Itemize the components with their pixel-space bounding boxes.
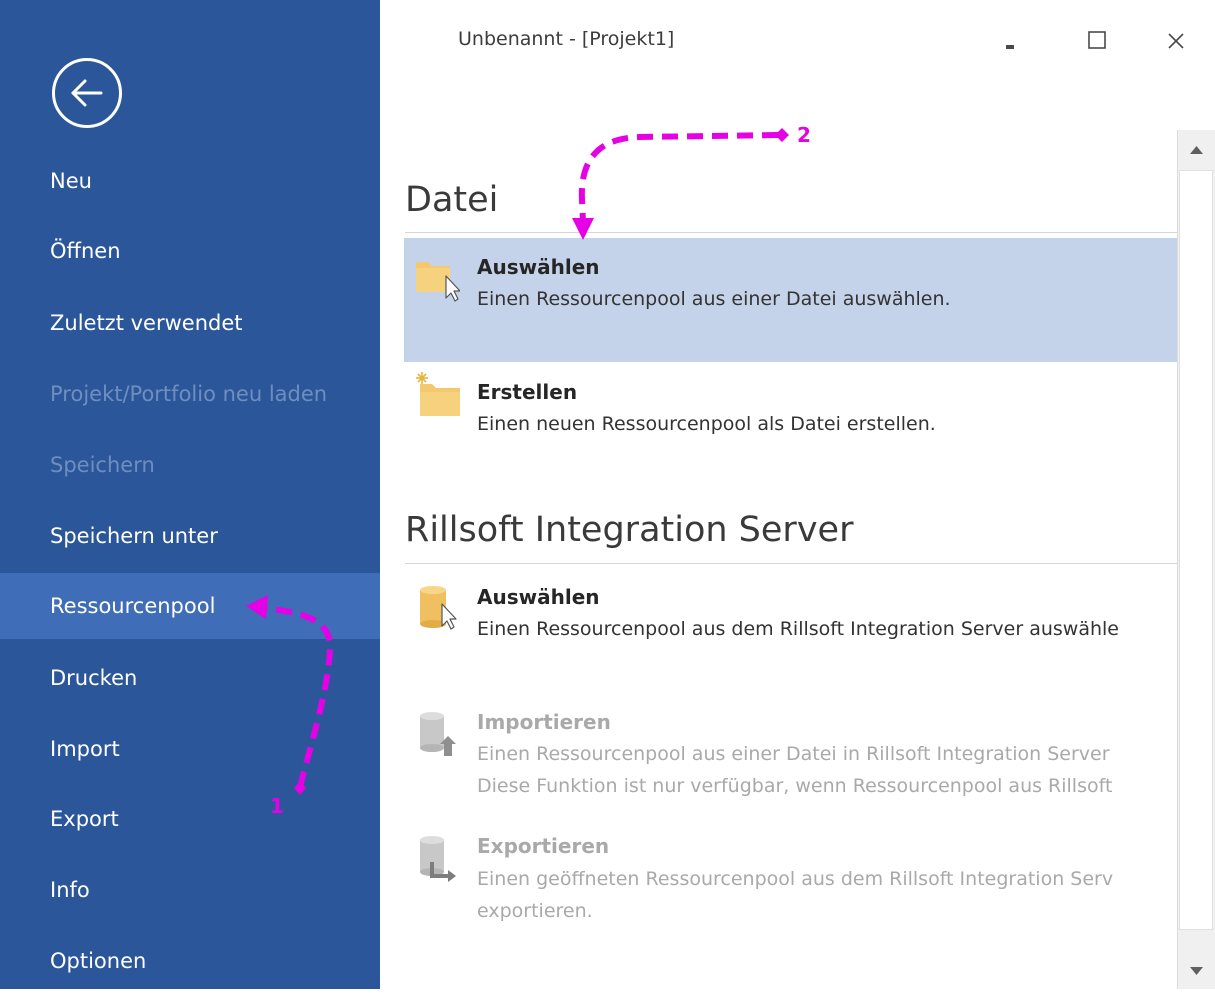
option-description: Einen geöffneten Ressourcenpool aus dem … (477, 868, 1114, 890)
sidebar-item-oeffnen[interactable]: Öffnen (0, 218, 380, 284)
option-datei-erstellen[interactable]: Erstellen Einen neuen Ressourcenpool als… (404, 366, 1177, 446)
scroll-thumb[interactable] (1179, 170, 1213, 930)
option-title: Exportieren (477, 834, 610, 858)
option-title: Erstellen (477, 380, 578, 404)
scroll-up-icon (1190, 146, 1203, 154)
scroll-up-button[interactable] (1178, 130, 1215, 168)
option-title: Importieren (477, 710, 611, 734)
section-divider (405, 232, 1177, 233)
option-server-auswaehlen[interactable]: Auswählen Einen Ressourcenpool aus dem R… (404, 570, 1177, 670)
maximize-button[interactable] (1077, 22, 1117, 62)
annotation-arrow-2 (578, 132, 779, 223)
vertical-scrollbar[interactable] (1177, 130, 1215, 989)
sidebar-item-speichern: Speichern (50, 453, 155, 477)
option-server-importieren: Importieren Einen Ressourcenpool aus ein… (404, 696, 1177, 806)
sidebar-item-export[interactable]: Export (0, 786, 380, 852)
close-button[interactable] (1156, 22, 1196, 62)
option-datei-auswaehlen[interactable]: Auswählen Einen Ressourcenpool aus einer… (404, 238, 1177, 362)
section-heading-datei: Datei (405, 180, 499, 220)
sidebar-item-import[interactable]: Import (0, 716, 380, 782)
section-divider (405, 563, 1177, 564)
option-description: Einen Ressourcenpool aus einer Datei in … (477, 743, 1110, 765)
maximize-icon (1088, 31, 1106, 49)
sidebar-item-optionen[interactable]: Optionen (0, 928, 380, 994)
option-title: Auswählen (477, 255, 600, 279)
option-server-exportieren: Exportieren Einen geöffneten Ressourcenp… (404, 822, 1177, 932)
database-export-icon (414, 834, 460, 884)
sidebar-item-speichern-unter[interactable]: Speichern unter (0, 503, 380, 569)
sidebar-item-ressourcenpool[interactable]: Ressourcenpool (0, 573, 380, 639)
sidebar-item-neu-laden: Projekt/Portfolio neu laden (50, 382, 328, 406)
backstage-sidebar: Neu Öffnen Zuletzt verwendet Projekt/Por… (0, 0, 380, 989)
option-description: Einen neuen Ressourcenpool als Datei ers… (477, 413, 936, 435)
option-description: Einen Ressourcenpool aus einer Datei aus… (477, 288, 951, 310)
option-description: Einen Ressourcenpool aus dem Rillsoft In… (477, 618, 1119, 640)
sidebar-item-drucken[interactable]: Drucken (0, 645, 380, 711)
option-description: exportieren. (477, 900, 593, 922)
sidebar-item-neu[interactable]: Neu (0, 148, 380, 214)
option-description: Diese Funktion ist nur verfügbar, wenn R… (477, 775, 1113, 797)
minimize-icon (1006, 45, 1014, 49)
option-title: Auswählen (477, 585, 600, 609)
section-heading-rillsoft-integration-server: Rillsoft Integration Server (405, 510, 854, 550)
annotation-arrowhead-2 (572, 218, 594, 240)
sidebar-item-zuletzt-verwendet[interactable]: Zuletzt verwendet (0, 290, 380, 356)
back-arrow-icon (71, 79, 103, 107)
folder-new-icon (414, 370, 460, 420)
window-title: Unbenannt - [Projekt1] (458, 28, 675, 50)
scroll-down-button[interactable] (1178, 951, 1215, 989)
database-select-icon (414, 584, 460, 634)
minimize-button[interactable] (996, 22, 1036, 62)
sidebar-item-info[interactable]: Info (0, 857, 380, 923)
scroll-down-icon (1190, 967, 1203, 975)
back-button[interactable] (52, 58, 122, 128)
close-icon (1168, 33, 1184, 49)
annotation-label-2: 2 (797, 123, 811, 147)
annotation-label-1: 1 (270, 794, 284, 818)
folder-select-icon (414, 252, 460, 302)
database-import-icon (414, 710, 460, 760)
annotation-diamond-2 (775, 128, 789, 142)
